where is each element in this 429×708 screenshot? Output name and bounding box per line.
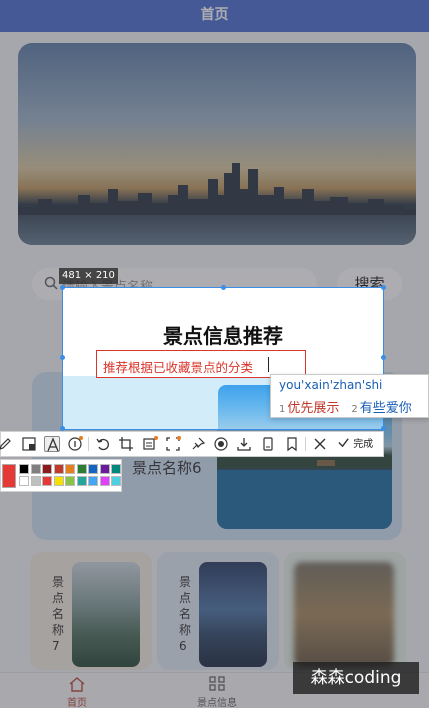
download-icon[interactable] [236, 436, 252, 452]
color-swatch[interactable] [111, 464, 121, 474]
color-swatch[interactable] [99, 476, 110, 486]
crop-icon[interactable] [118, 436, 134, 452]
toolbar-separator [305, 437, 306, 451]
color-palette [0, 459, 122, 492]
resize-handle[interactable] [60, 285, 65, 290]
annotation-toolbar: 完成 [0, 431, 384, 457]
color-swatch[interactable] [76, 476, 87, 486]
color-swatch[interactable] [111, 476, 121, 486]
color-swatch[interactable] [19, 464, 29, 474]
resize-handle[interactable] [221, 285, 226, 290]
color-swatch[interactable] [42, 464, 52, 474]
selection-size-label: 481 × 210 [59, 268, 118, 284]
save-icon[interactable] [260, 436, 276, 452]
bookmark-icon[interactable] [284, 436, 300, 452]
ocr-icon[interactable] [142, 436, 158, 452]
resize-handle[interactable] [60, 355, 65, 360]
pin-icon[interactable] [190, 436, 206, 452]
color-swatch[interactable] [42, 476, 52, 486]
color-swatch[interactable] [88, 476, 98, 486]
color-swatch[interactable] [53, 476, 64, 486]
current-color-swatch[interactable] [2, 464, 16, 488]
color-swatch[interactable] [88, 464, 98, 474]
text-icon[interactable] [44, 436, 60, 452]
ime-pinyin: you'xain'zhan'shi [279, 378, 383, 392]
color-swatch[interactable] [19, 476, 29, 486]
toolbar-separator [88, 437, 89, 451]
number-marker-icon[interactable] [67, 436, 83, 452]
ime-candidate-window[interactable]: you'xain'zhan'shi 1 优先展示 2 有些爱你 [270, 374, 429, 418]
mosaic-icon[interactable] [21, 436, 37, 452]
text-caret [268, 357, 269, 372]
recommend-title: 景点信息推荐 [163, 324, 283, 348]
color-swatch[interactable] [30, 476, 41, 486]
ime-candidates: 1 优先展示 2 有些爱你 [279, 397, 412, 416]
scan-icon[interactable] [165, 436, 181, 452]
ime-candidate-1[interactable]: 1 优先展示 [279, 401, 339, 416]
done-button[interactable]: 完成 [337, 436, 373, 452]
record-icon[interactable] [213, 436, 229, 452]
done-label: 完成 [353, 439, 374, 450]
color-swatch[interactable] [65, 476, 75, 486]
watermark: 森森coding [293, 662, 419, 694]
color-swatch[interactable] [99, 464, 110, 474]
check-icon [338, 438, 349, 448]
undo-icon[interactable] [95, 436, 111, 452]
annotation-text: 推荐根据已收藏景点的分类 [103, 360, 254, 375]
color-swatch[interactable] [76, 464, 87, 474]
color-swatch[interactable] [53, 464, 64, 474]
pencil-icon[interactable] [0, 436, 13, 452]
ime-candidate-2[interactable]: 2 有些爱你 [351, 401, 411, 416]
color-swatch[interactable] [30, 464, 41, 474]
resize-handle[interactable] [381, 285, 386, 290]
color-swatch[interactable] [65, 464, 75, 474]
resize-handle[interactable] [381, 355, 386, 360]
close-icon[interactable] [312, 436, 328, 452]
